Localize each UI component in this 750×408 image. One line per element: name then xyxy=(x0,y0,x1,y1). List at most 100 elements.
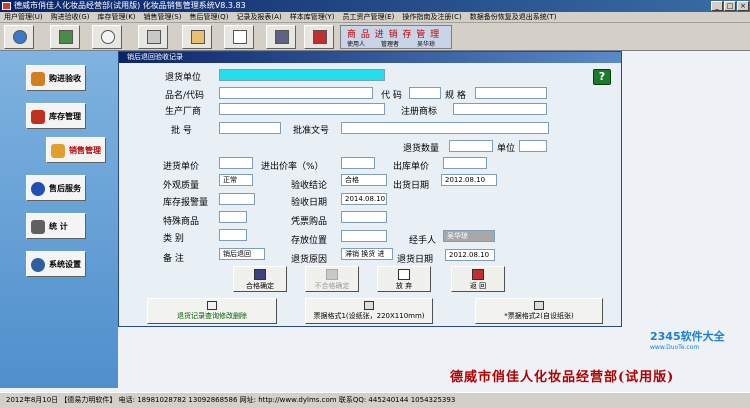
handler-field[interactable]: 吴华琼 xyxy=(443,230,495,242)
edit-button[interactable] xyxy=(182,25,212,49)
stock-alert-label: 库存报警量 xyxy=(163,198,209,208)
menu-purchase[interactable]: 购进验收(G) xyxy=(47,12,94,22)
status-bar: 2012年8月10日 【德易力明软件】 电话: 18981028782 1309… xyxy=(0,392,750,408)
remark-label: 备 注 xyxy=(163,254,184,264)
back-button[interactable]: 返 回 xyxy=(451,266,505,292)
sidebar-item-label: 售后服务 xyxy=(49,184,81,193)
code-field[interactable] xyxy=(409,87,441,99)
return-unit-field[interactable] xyxy=(219,69,385,81)
qualified-button[interactable]: 合格确定 xyxy=(233,266,287,292)
exit-button[interactable] xyxy=(304,25,334,49)
sidebar-item-label: 销售管理 xyxy=(69,146,101,155)
storage-field[interactable] xyxy=(341,230,387,242)
help-icon[interactable]: ? xyxy=(593,69,611,85)
stock-alert-field[interactable] xyxy=(219,193,255,205)
spec-label: 规 格 xyxy=(445,91,466,101)
sidebar-item-label: 系统设置 xyxy=(49,260,81,269)
save-button[interactable] xyxy=(266,25,296,49)
product-name-label: 品名/代码 xyxy=(165,91,205,101)
company-name: 德威市俏佳人化妆品经营部(试用版) xyxy=(450,370,675,385)
return-acceptance-dialog: 销后退回验收记录 ? 退货单位 品名/代码 代 码 规 格 生产厂商 注册商标 … xyxy=(118,51,622,327)
return-date-field[interactable]: 2012.08.10 xyxy=(445,249,495,261)
trademark-field[interactable] xyxy=(453,103,547,115)
unqualified-button: 不合格确定 xyxy=(305,266,359,292)
print-format1-button[interactable]: 票据格式1(设纸张，220X110mm) xyxy=(305,298,433,324)
user-role: 管理者 xyxy=(381,41,400,48)
document-button[interactable] xyxy=(50,25,80,49)
remark-field[interactable]: 销后退回 xyxy=(219,248,265,260)
calculator-button[interactable] xyxy=(138,25,168,49)
save-icon xyxy=(254,269,266,280)
sidebar-item-inventory[interactable]: 库存管理 xyxy=(26,103,86,129)
in-out-rate-label: 进出价率（%） xyxy=(261,162,324,172)
stats-icon xyxy=(31,220,45,234)
purchase-price-field[interactable] xyxy=(219,157,253,169)
discard-button-label: 放 弃 xyxy=(395,282,413,290)
menu-reports[interactable]: 记录及报表(A) xyxy=(232,12,285,22)
approval-no-field[interactable] xyxy=(341,122,549,134)
chart-icon xyxy=(233,30,247,44)
conclusion-label: 验收结论 xyxy=(291,181,328,191)
menu-inventory[interactable]: 库存管理(K) xyxy=(93,12,139,22)
special-goods-field[interactable] xyxy=(219,211,247,223)
print-format2-button[interactable]: *票据格式2(自设纸张) xyxy=(475,298,603,324)
menu-aftersales[interactable]: 售后管理(Q) xyxy=(185,12,232,22)
menu-samples[interactable]: 样本库管理(Y) xyxy=(286,12,339,22)
menu-backup[interactable]: 数据备份恢复及退出系统(T) xyxy=(466,12,561,22)
logo-url: www.DuoTe.com xyxy=(650,344,700,351)
maximize-icon[interactable]: □ xyxy=(724,1,736,11)
sidebar-item-label: 库存管理 xyxy=(49,112,81,121)
appearance-field[interactable]: 正常 xyxy=(219,174,253,186)
query-records-button[interactable]: 退货记录查询修改删除 xyxy=(147,298,277,324)
product-name-field[interactable] xyxy=(219,87,373,99)
manufacturer-field[interactable] xyxy=(219,103,385,115)
voucher-goods-field[interactable] xyxy=(341,211,387,223)
spec-field[interactable] xyxy=(475,87,547,99)
menu-user[interactable]: 用户管理(U) xyxy=(0,12,47,22)
document-icon xyxy=(59,30,73,44)
menu-sales[interactable]: 销售管理(S) xyxy=(140,12,186,22)
menu-staff[interactable]: 员工资产管理(E) xyxy=(338,12,398,22)
sidebar-item-purchase[interactable]: 购进验收 xyxy=(26,65,86,91)
return-qty-field[interactable] xyxy=(449,140,493,152)
category-field[interactable] xyxy=(219,229,247,241)
exit-icon xyxy=(313,30,327,44)
close-icon[interactable]: × xyxy=(737,1,749,11)
window-title: 德威市俏佳人化妆品经营部(试用版) 化妆品销售管理系统V8.3.83 xyxy=(14,1,246,10)
window-controls: _ □ × xyxy=(711,1,749,11)
edit-icon xyxy=(191,30,205,44)
batch-field[interactable] xyxy=(219,122,281,134)
minimize-icon[interactable]: _ xyxy=(711,1,723,11)
conclusion-field[interactable]: 合格 xyxy=(341,174,387,186)
sidebar-item-sales[interactable]: 销售管理 xyxy=(46,137,106,163)
sidebar-item-aftersales[interactable]: 售后服务 xyxy=(26,175,86,201)
out-price-field[interactable] xyxy=(443,157,487,169)
search-icon xyxy=(101,30,115,44)
batch-label: 批 号 xyxy=(171,126,192,136)
ship-date-field[interactable]: 2012.08.10 xyxy=(441,174,497,186)
discard-button[interactable]: 放 弃 xyxy=(377,266,431,292)
unit-field[interactable] xyxy=(519,140,547,152)
category-label: 类 别 xyxy=(163,234,184,244)
appearance-label: 外观质量 xyxy=(163,181,200,191)
sales-icon xyxy=(51,144,65,158)
cart-icon xyxy=(31,72,45,86)
search-button[interactable] xyxy=(92,25,122,49)
qualified-button-label: 合格确定 xyxy=(246,282,274,290)
operator-name: 吴华琼 xyxy=(417,41,436,48)
menu-bar: 用户管理(U) 购进验收(G) 库存管理(K) 销售管理(S) 售后管理(Q) … xyxy=(0,12,750,23)
system-banner: 商 品 进 销 存 管 理 使用人 管理者 吴华琼 xyxy=(340,25,452,49)
code-label: 代 码 xyxy=(381,91,402,101)
title-bar: 德威市俏佳人化妆品经营部(试用版) 化妆品销售管理系统V8.3.83 _ □ × xyxy=(0,0,750,12)
chart-button[interactable] xyxy=(224,25,254,49)
acceptance-date-field[interactable]: 2014.08.10 xyxy=(341,193,387,205)
return-reason-field[interactable]: 滞销 换货 进 xyxy=(341,248,393,260)
acceptance-date-label: 验收日期 xyxy=(291,198,328,208)
menu-guide[interactable]: 操作指南及注册(C) xyxy=(398,12,465,22)
sidebar-item-stats[interactable]: 统 计 xyxy=(26,213,86,239)
trademark-label: 注册商标 xyxy=(401,107,438,117)
print-format1-label: 票据格式1(设纸张，220X110mm) xyxy=(313,312,425,320)
refresh-button[interactable] xyxy=(4,25,34,49)
in-out-rate-field[interactable] xyxy=(341,157,375,169)
sidebar-item-settings[interactable]: 系统设置 xyxy=(26,251,86,277)
